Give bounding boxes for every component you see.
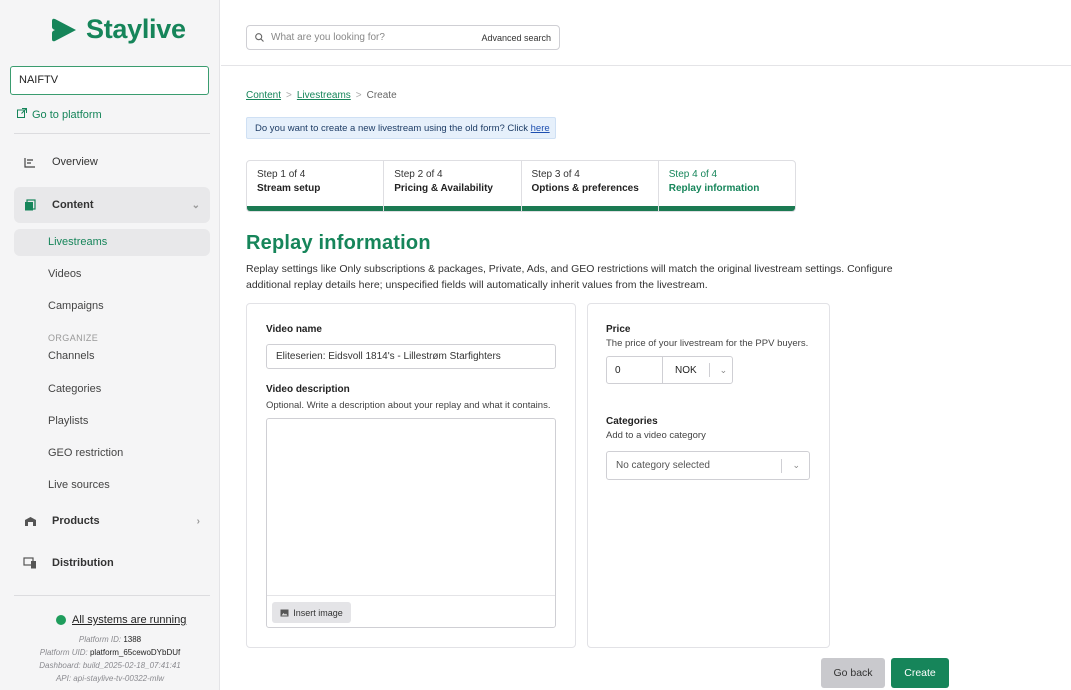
categories-label: Categories: [606, 416, 658, 427]
select-separator: [781, 459, 782, 473]
step-2[interactable]: Step 2 of 4 Pricing & Availability: [384, 161, 522, 211]
create-button[interactable]: Create: [891, 658, 949, 688]
sidebar-item-label: Distribution: [52, 557, 114, 569]
step-4[interactable]: Step 4 of 4 Replay information: [658, 161, 795, 211]
breadcrumb-separator: >: [286, 90, 292, 101]
page-title: Replay information: [246, 232, 431, 254]
sidebar-divider: [14, 595, 210, 596]
select-separator: [708, 363, 710, 377]
chevron-down-icon: ⌄: [719, 364, 728, 375]
chevron-down-icon: ⌄: [191, 199, 200, 211]
step-title: Options & preferences: [531, 183, 639, 194]
currency-select[interactable]: NOK ⌄: [663, 363, 727, 377]
system-status-link: All systems are running: [72, 614, 187, 626]
price-input[interactable]: 0: [607, 357, 663, 383]
sidebar-item-geo-restriction[interactable]: GEO restriction: [48, 447, 123, 459]
distribution-icon: [22, 555, 38, 571]
sidebar-item-livestreams[interactable]: Livestreams: [48, 236, 107, 248]
categories-select[interactable]: No category selected ⌄: [606, 451, 810, 480]
sidebar-item-distribution[interactable]: Distribution: [14, 554, 210, 572]
sidebar-item-label: Content: [52, 199, 94, 211]
platform-uid: Platform UID: platform_65cewoDYbDUf: [39, 648, 181, 657]
old-form-notice: Do you want to create a new livestream u…: [246, 117, 556, 139]
step-1[interactable]: Step 1 of 4 Stream setup: [247, 161, 385, 211]
go-to-platform-label: Go to platform: [32, 108, 102, 121]
go-to-platform-link[interactable]: Go to platform: [17, 108, 102, 121]
top-bar: What are you looking for? Advanced searc…: [221, 0, 1071, 66]
step-3[interactable]: Step 3 of 4 Options & preferences: [521, 161, 659, 211]
step-progress-bar: [384, 206, 521, 211]
breadcrumb-content[interactable]: Content: [246, 90, 281, 101]
step-progress-bar: [247, 206, 384, 211]
notice-text: Do you want to create a new livestream u…: [255, 123, 531, 134]
platform-select[interactable]: NAIFTV: [10, 66, 209, 95]
sidebar-item-playlists[interactable]: Playlists: [48, 415, 88, 427]
breadcrumb-livestreams[interactable]: Livestreams: [297, 90, 351, 101]
step-number: Step 4 of 4: [668, 169, 718, 180]
sidebar-item-live-sources[interactable]: Live sources: [48, 479, 110, 491]
sidebar-item-categories[interactable]: Categories: [48, 383, 101, 395]
breadcrumb-separator: >: [355, 90, 362, 101]
sidebar-item-videos[interactable]: Videos: [48, 268, 81, 280]
page-description: Replay settings like Only subscriptions …: [246, 263, 893, 291]
step-title: Replay information: [668, 183, 760, 194]
overview-icon: [22, 154, 38, 170]
advanced-search-link[interactable]: Advanced search: [481, 33, 551, 43]
step-title: Pricing & Availability: [394, 183, 493, 194]
step-number: Step 3 of 4: [531, 169, 580, 180]
step-number: Step 2 of 4: [394, 169, 443, 180]
sidebar: Staylive NAIFTV Go to platform Overview …: [0, 0, 220, 690]
step-progress-bar: [521, 206, 658, 211]
search-icon: [255, 33, 264, 42]
currency-value: NOK: [675, 364, 697, 376]
categories-hint: Add to a video category: [606, 430, 706, 441]
staylive-logo[interactable]: Staylive: [52, 14, 186, 45]
system-status[interactable]: All systems are running: [56, 614, 186, 626]
chevron-down-icon: ⌄: [792, 460, 800, 470]
step-progress-bar: [658, 206, 795, 211]
chevron-right-icon: ›: [196, 515, 200, 527]
api-version: API: api-staylive-tv-00322-mlw: [55, 674, 165, 683]
image-icon: [280, 609, 289, 617]
search-input[interactable]: What are you looking for?: [271, 32, 385, 43]
step-title: Stream setup: [257, 183, 321, 194]
search-bar[interactable]: What are you looking for? Advanced searc…: [246, 25, 560, 50]
video-description-hint: Optional. Write a description about your…: [266, 400, 551, 411]
insert-image-button[interactable]: Insert image: [272, 602, 351, 623]
products-icon: [22, 513, 38, 529]
sidebar-item-livestreams-bg: [14, 229, 210, 256]
sidebar-item-content[interactable]: Content ⌄: [14, 187, 210, 223]
price-hint: The price of your livestream for the PPV…: [606, 338, 809, 349]
brand-name: Staylive: [86, 14, 186, 44]
external-link-icon: [17, 108, 27, 121]
breadcrumb-current: Create: [366, 90, 397, 101]
editor-toolbar: Insert image: [267, 595, 555, 627]
sidebar-item-label: Products: [52, 515, 100, 527]
content-icon: [22, 197, 38, 213]
status-dot-icon: [56, 615, 66, 625]
video-description-label: Video description: [266, 384, 350, 395]
sidebar-item-campaigns[interactable]: Campaigns: [48, 300, 104, 312]
sidebar-item-products[interactable]: Products ›: [14, 512, 210, 530]
sidebar-item-overview[interactable]: Overview: [14, 153, 210, 171]
video-description-editor[interactable]: Insert image: [266, 418, 556, 628]
price-field: 0 NOK ⌄: [606, 356, 733, 384]
sidebar-item-channels[interactable]: Channels: [48, 350, 94, 362]
dashboard-build: Dashboard: build_2025-02-18_07:41:41: [39, 661, 181, 670]
sidebar-item-label: Overview: [52, 156, 98, 168]
staylive-logo-icon: [52, 18, 76, 41]
step-number: Step 1 of 4: [257, 169, 306, 180]
go-back-button[interactable]: Go back: [821, 658, 885, 688]
breadcrumb: Content > Livestreams > Create: [246, 90, 397, 101]
video-name-label: Video name: [266, 324, 322, 335]
insert-image-label: Insert image: [293, 607, 343, 618]
price-label: Price: [606, 324, 631, 335]
video-name-input[interactable]: Eliteserien: Eidsvoll 1814's - Lillestrø…: [266, 344, 556, 369]
platform-id: Platform ID: 1388: [78, 635, 142, 644]
categories-select-value: No category selected: [616, 460, 710, 471]
sidebar-divider: [14, 133, 210, 134]
notice-link[interactable]: here: [531, 123, 550, 134]
organize-heading: ORGANIZE: [48, 333, 99, 343]
step-progress: Step 1 of 4 Stream setup Step 2 of 4 Pri…: [246, 160, 796, 212]
